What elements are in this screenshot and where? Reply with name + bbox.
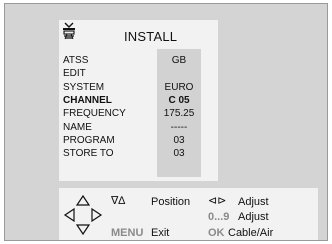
menu-item-channel[interactable]: CHANNEL — [63, 95, 112, 107]
menu-value-store-to: 03 — [173, 148, 185, 160]
cable-air-label: Cable/Air — [228, 227, 274, 239]
position-label: Position — [151, 196, 191, 208]
updown-symbol: ∇∆ — [111, 195, 126, 207]
menu-value-frequency: 175.25 — [163, 108, 195, 120]
menu-item-name[interactable]: NAME — [63, 122, 92, 134]
menu-value-atss: GB — [171, 55, 187, 66]
exit-label: Exit — [151, 227, 170, 239]
four-way-arrows-icon[interactable] — [63, 194, 103, 236]
menu-title: INSTALL — [124, 29, 178, 44]
menu-item-edit[interactable]: EDIT — [63, 68, 86, 80]
adjust-label-1: Adjust — [238, 196, 269, 208]
digits-key: 0...9 — [208, 211, 230, 223]
menu-value-system: EURO — [164, 81, 194, 93]
menu-value-channel: C 05 — [168, 94, 190, 106]
leftright-symbol: ⊲⊳ — [208, 195, 227, 207]
menu-value-name: ----- — [170, 121, 188, 133]
antenna-tuning-icon — [63, 22, 75, 40]
adjust-label-2: Adjust — [238, 211, 269, 223]
ok-key[interactable]: OK — [208, 227, 225, 239]
menu-item-frequency[interactable]: FREQUENCY — [63, 108, 126, 120]
menu-item-program[interactable]: PROGRAM — [63, 135, 115, 147]
menu-key[interactable]: MENU — [111, 227, 143, 239]
menu-item-system[interactable]: SYSTEM — [63, 82, 104, 94]
menu-item-store-to[interactable]: STORE TO — [63, 148, 114, 160]
menu-item-atss[interactable]: ATSS — [63, 55, 88, 67]
menu-value-program: 03 — [173, 134, 185, 146]
